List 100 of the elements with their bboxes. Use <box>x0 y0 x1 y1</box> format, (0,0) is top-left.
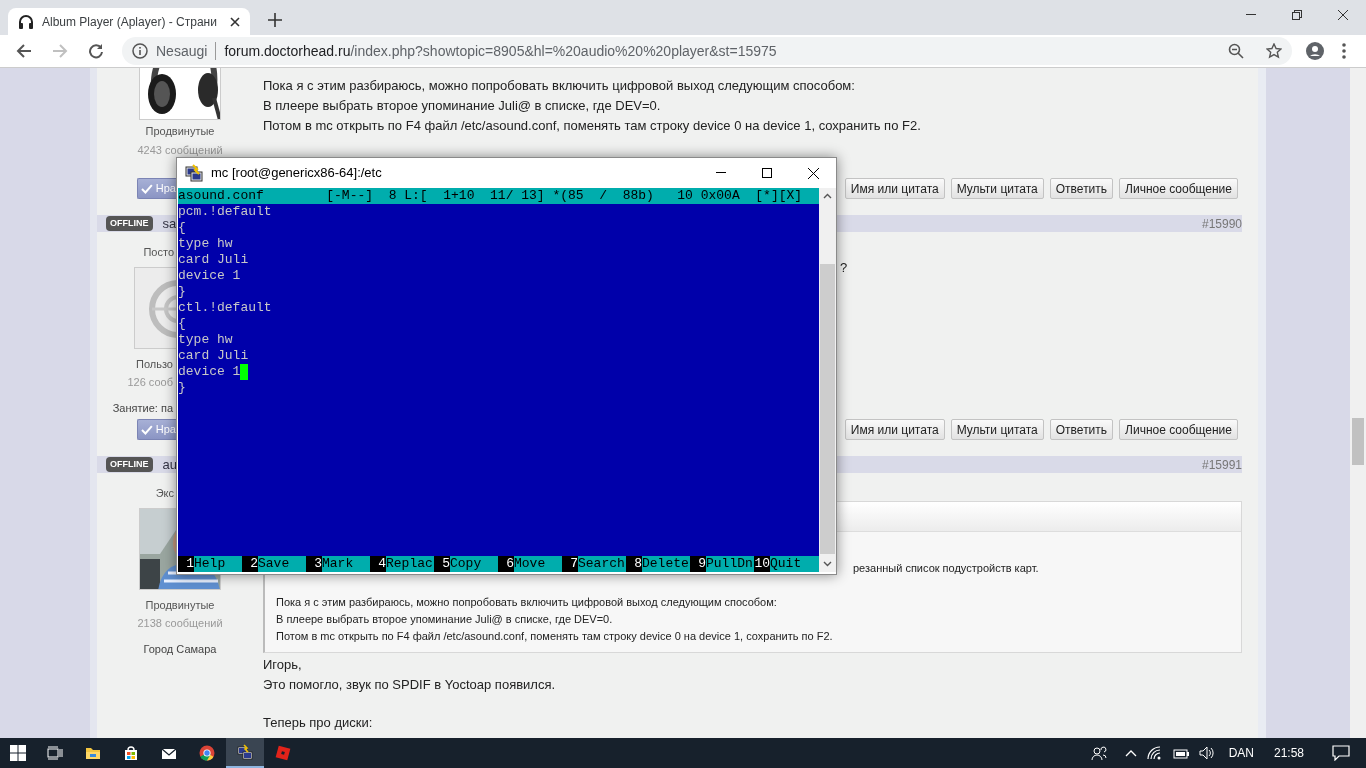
function-key-label[interactable]: Replac <box>386 556 434 572</box>
text-line: резанный список подустройств карт. <box>853 561 1040 576</box>
new-tab-icon[interactable] <box>268 13 282 27</box>
zoom-out-icon[interactable] <box>1228 43 1244 59</box>
wifi-icon[interactable] <box>1146 746 1163 760</box>
battery-icon[interactable] <box>1172 747 1189 759</box>
function-key-label[interactable]: Help <box>194 556 242 572</box>
post-count: 2138 сообщений <box>137 616 223 631</box>
text-line: Это помогло, звук по SPDIF в Yoctoap появился. <box>263 676 557 694</box>
text-line: ? <box>840 259 849 277</box>
function-key-label[interactable]: Move <box>514 556 562 572</box>
forum-button[interactable]: Личное сообщение <box>1119 419 1238 440</box>
function-key-number: 5 <box>434 556 450 572</box>
code-line: device 1 <box>178 364 819 380</box>
chevron-up-icon[interactable] <box>1124 749 1137 757</box>
notification-icon[interactable] <box>1332 745 1350 761</box>
language-indicator[interactable]: DAN <box>1228 744 1254 762</box>
minimize-icon[interactable] <box>716 172 726 174</box>
forum-button[interactable]: Личное сообщение <box>1119 178 1238 199</box>
post-count: 126 сооб <box>127 375 173 390</box>
shopping-bag-icon[interactable] <box>123 745 139 761</box>
code-line: { <box>178 316 187 332</box>
check-icon <box>141 183 153 194</box>
forum-button[interactable]: Ответить <box>1049 419 1114 440</box>
author-name[interactable]: au <box>162 454 177 475</box>
forward-arrow-icon <box>52 43 68 59</box>
function-key-number: 2 <box>242 556 258 572</box>
browser-logo-icon[interactable] <box>199 745 215 761</box>
people-icon[interactable] <box>1090 745 1107 761</box>
code-line: { <box>178 220 187 236</box>
function-key-label[interactable]: Save <box>258 556 306 572</box>
volume-icon[interactable] <box>1198 746 1215 760</box>
text-line: Пока я с этим разбираюсь, можно попробовать включить цифровой выход следующим способом: <box>263 77 856 95</box>
forum-button[interactable]: Мульти цитата <box>950 419 1044 440</box>
text-line: Пока я с этим разбираюсь, можно попробовать включить цифровой выход следующим способом: <box>276 595 778 610</box>
function-key-number: 1 <box>178 556 194 572</box>
code-line: card Juli <box>178 252 250 268</box>
text-line: Теперь про диски: <box>263 714 374 732</box>
browser-tab[interactable]: Album Player (Aplayer) - Страни <box>8 8 250 35</box>
menu-icon[interactable] <box>1342 43 1346 59</box>
function-key-label[interactable]: Quit <box>770 556 818 572</box>
user-group: Пользо <box>136 355 173 372</box>
text-cursor <box>240 364 249 380</box>
function-key-number: 4 <box>370 556 386 572</box>
scroll-down-icon[interactable] <box>823 561 832 567</box>
code-line: type hw <box>178 236 234 252</box>
function-key-label[interactable]: Copy <box>450 556 498 572</box>
close-icon[interactable] <box>807 167 819 179</box>
text-line: В плеере выбрать второе упоминание Juli@ в списке, где DEV=0. <box>276 612 614 627</box>
status-badge: OFFLINE <box>106 457 153 472</box>
reload-icon <box>88 43 104 59</box>
user-group: Продвинутые <box>145 596 215 613</box>
forum-button[interactable]: Мульти цитата <box>950 178 1044 199</box>
close-icon[interactable] <box>1338 10 1348 20</box>
function-key-number: 7 <box>562 556 578 572</box>
code-line: ctl.!default <box>178 300 273 316</box>
author-rank: Экс <box>155 486 174 501</box>
function-key-number: 9 <box>690 556 706 572</box>
function-key-label[interactable]: Delete <box>642 556 690 572</box>
address-bar[interactable]: Nesaugi forum.doctorhead.ru/index.php?showtopic=8905&hl=%20audio%20%20player&st=15975 <box>122 37 1292 65</box>
author-rank: Посто <box>143 245 174 260</box>
minimize-icon[interactable] <box>1246 14 1256 16</box>
maximize-icon[interactable] <box>1292 10 1302 20</box>
code-line: } <box>178 380 187 396</box>
function-key-number: 3 <box>306 556 322 572</box>
window-title: mc [root@genericx86-64]:/etc <box>211 164 382 183</box>
author-name[interactable]: sa <box>162 213 177 234</box>
code-line: pcm.!default <box>178 204 273 220</box>
folder-icon[interactable] <box>85 745 101 761</box>
scroll-up-icon[interactable] <box>823 193 832 199</box>
status-badge: OFFLINE <box>106 216 153 231</box>
code-line: device 1 <box>178 268 242 284</box>
forum-button[interactable]: Ответить <box>1049 178 1114 199</box>
forum-button[interactable]: Имя или цитата <box>844 178 945 199</box>
back-arrow-icon <box>16 43 32 59</box>
function-key-number: 10 <box>754 556 770 572</box>
user-group: Продвинутые <box>145 123 215 140</box>
task-view-icon[interactable] <box>47 746 63 760</box>
clock[interactable]: 21:58 <box>1273 744 1304 762</box>
close-icon[interactable] <box>230 16 240 27</box>
function-key-label[interactable]: PullDn <box>706 556 754 572</box>
post-count: 4243 сообщений <box>137 142 223 158</box>
function-key-label[interactable]: Search <box>578 556 626 572</box>
maximize-icon[interactable] <box>762 168 772 178</box>
account-icon[interactable] <box>1306 42 1324 60</box>
forum-button[interactable]: Имя или цитата <box>844 419 945 440</box>
user-info: Город Самара <box>143 641 217 657</box>
code-line: type hw <box>178 332 234 348</box>
star-icon[interactable] <box>1266 43 1282 59</box>
security-label: Nesaugi <box>156 41 208 61</box>
url-text: forum.doctorhead.ru/index.php?showtopic=8905&hl=%20audio%20%20player&st=15975 <box>224 41 777 61</box>
function-key-label[interactable]: Mark <box>322 556 370 572</box>
code-line: } <box>178 284 187 300</box>
windows-start-icon[interactable] <box>10 745 26 761</box>
scrollbar[interactable] <box>1350 68 1366 738</box>
terminal-app-icon[interactable] <box>237 744 253 760</box>
terminal-app-icon <box>185 164 203 182</box>
text-line: В плеере выбрать второе упоминание Juli@ в списке, где DEV=0. <box>263 97 662 115</box>
info-icon[interactable] <box>132 43 148 59</box>
scrollbar[interactable] <box>819 188 836 572</box>
